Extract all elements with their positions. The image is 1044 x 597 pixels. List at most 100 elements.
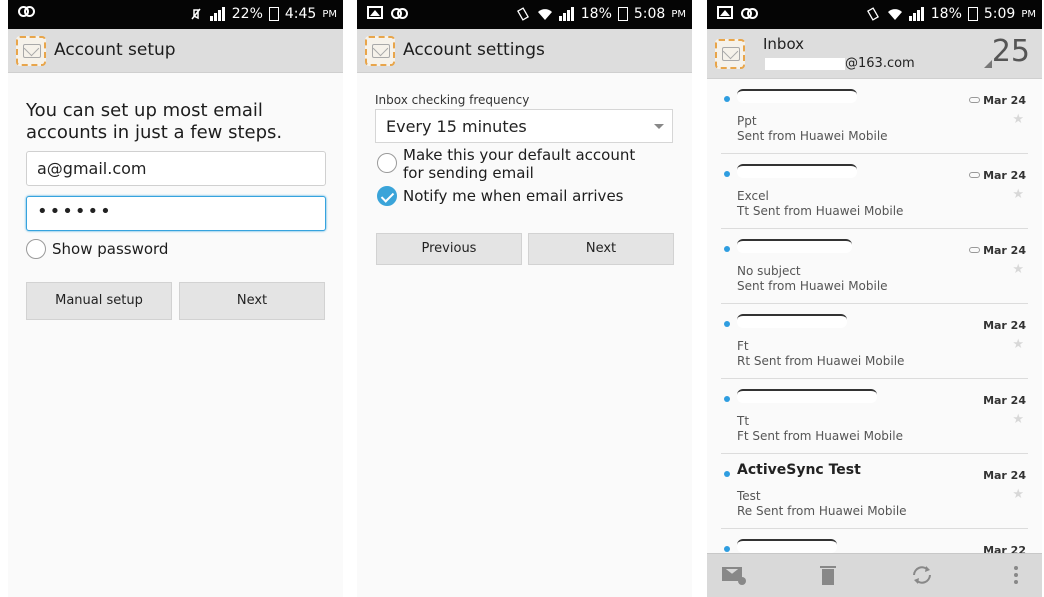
email-date: Mar 24 xyxy=(983,394,1026,407)
manual-setup-button[interactable]: Manual setup xyxy=(26,282,172,320)
star-icon[interactable]: ★ xyxy=(1012,337,1024,352)
email-list-item[interactable]: No subject Sent from Huawei Mobile Mar 24 ★ xyxy=(721,229,1028,304)
account-domain: @163.com xyxy=(845,56,915,71)
email-date: Mar 24 xyxy=(983,469,1026,482)
email-list-item[interactable]: Ppt Sent from Huawei Mobile Mar 24 ★ xyxy=(721,79,1028,154)
battery-percent: 18% xyxy=(580,6,612,22)
clock-ampm: PM xyxy=(322,8,337,20)
phone-screen-account-settings: 18% 5:08 PM Account settings Inbox checki… xyxy=(357,0,692,597)
email-subject: Ft xyxy=(737,339,749,353)
email-preview: Sent from Huawei Mobile xyxy=(737,279,888,293)
star-icon[interactable]: ★ xyxy=(1012,187,1024,202)
clock: 5:08 xyxy=(633,6,666,22)
compose-icon[interactable] xyxy=(721,564,747,586)
clock: 4:45 xyxy=(284,6,317,22)
email-subject: No subject xyxy=(737,264,801,278)
previous-button[interactable]: Previous xyxy=(376,233,522,265)
wifi-icon xyxy=(537,9,552,20)
clock-ampm: PM xyxy=(1021,8,1036,20)
email-date: Mar 24 xyxy=(969,94,1026,107)
account-address[interactable]: @163.com xyxy=(765,56,915,71)
phone-screen-inbox: 18% 5:09 PM Inbox @163.com 25 Ppt Sent fro… xyxy=(707,0,1042,597)
email-date: Mar 24 xyxy=(969,169,1026,182)
page-title: Account settings xyxy=(403,40,545,60)
signal-icon xyxy=(558,7,575,21)
attachment-icon xyxy=(969,97,981,103)
email-preview: Tt Sent from Huawei Mobile xyxy=(737,204,904,218)
email-list-item[interactable]: Ft Rt Sent from Huawei Mobile Mar 24 ★ xyxy=(721,304,1028,379)
redacted-sender xyxy=(737,89,857,103)
email-app-icon[interactable] xyxy=(365,36,395,66)
show-password-checkbox[interactable] xyxy=(26,239,46,259)
email-subject: Test xyxy=(737,489,761,503)
unread-dot xyxy=(724,171,730,177)
email-preview: Re Sent from Huawei Mobile xyxy=(737,504,907,518)
page-title: Account setup xyxy=(54,40,176,60)
email-preview: Sent from Huawei Mobile xyxy=(737,129,888,143)
trash-icon[interactable] xyxy=(815,564,841,586)
battery-percent: 18% xyxy=(930,6,962,22)
email-date-text: Mar 24 xyxy=(983,319,1026,332)
star-icon[interactable]: ★ xyxy=(1012,262,1024,277)
star-icon[interactable]: ★ xyxy=(1012,412,1024,427)
mute-icon xyxy=(191,8,201,20)
password-field[interactable]: •••••• xyxy=(26,196,326,231)
show-password-label: Show password xyxy=(52,240,169,258)
email-date: Mar 24 xyxy=(969,244,1026,257)
unread-count: 25 xyxy=(991,34,1030,69)
battery-percent: 22% xyxy=(231,6,263,22)
voicemail-icon xyxy=(18,6,35,17)
email-date-text: Mar 24 xyxy=(983,244,1026,257)
folder-dropdown-icon[interactable] xyxy=(984,60,992,68)
action-bar: Account setup xyxy=(8,29,343,73)
next-button[interactable]: Next xyxy=(179,282,325,320)
email-app-icon[interactable] xyxy=(16,36,46,66)
intro-text: You can set up most email accounts in ju… xyxy=(26,100,283,143)
picture-icon xyxy=(717,6,733,19)
clock-ampm: PM xyxy=(671,8,686,20)
email-date-text: Mar 24 xyxy=(983,94,1026,107)
signal-icon xyxy=(908,7,925,21)
redacted-sender xyxy=(737,164,857,178)
vibrate-icon xyxy=(866,7,879,21)
attachment-icon xyxy=(969,247,981,253)
dropdown-caret-icon xyxy=(654,124,664,129)
status-bar: 18% 5:09 PM xyxy=(707,0,1042,29)
email-preview: Ft Sent from Huawei Mobile xyxy=(737,429,903,443)
email-subject: Excel xyxy=(737,189,769,203)
email-preview: Rt Sent from Huawei Mobile xyxy=(737,354,905,368)
frequency-select[interactable]: Every 15 minutes xyxy=(375,109,673,143)
status-bar: 18% 5:08 PM xyxy=(357,0,692,29)
frequency-label: Inbox checking frequency xyxy=(375,93,530,107)
battery-icon xyxy=(268,7,279,21)
email-date-text: Mar 24 xyxy=(983,469,1026,482)
redacted-sender xyxy=(737,539,837,553)
redacted-block xyxy=(765,57,845,70)
email-list[interactable]: Ppt Sent from Huawei Mobile Mar 24 ★ Excel Tt… xyxy=(707,79,1042,597)
phone-screen-account-setup: 22% 4:45 PM Account setup You can set up … xyxy=(8,0,343,597)
email-field[interactable]: a@gmail.com xyxy=(26,151,326,186)
star-icon[interactable]: ★ xyxy=(1012,487,1024,502)
default-account-checkbox[interactable] xyxy=(377,153,397,173)
email-list-item[interactable]: Excel Tt Sent from Huawei Mobile Mar 24 ★ xyxy=(721,154,1028,229)
refresh-icon[interactable] xyxy=(909,564,935,586)
picture-icon xyxy=(367,6,383,19)
status-bar: 22% 4:45 PM xyxy=(8,0,343,29)
email-date-text: Mar 24 xyxy=(983,169,1026,182)
email-list-item[interactable]: Tt Ft Sent from Huawei Mobile Mar 24 ★ xyxy=(721,379,1028,454)
email-sender: ActiveSync Test xyxy=(737,462,861,478)
folder-title[interactable]: Inbox xyxy=(763,35,804,53)
email-list-item[interactable]: ActiveSync Test Test Re Sent from Huawei M… xyxy=(721,454,1028,529)
voicemail-icon xyxy=(741,8,758,19)
frequency-value: Every 15 minutes xyxy=(386,117,527,136)
bottom-toolbar xyxy=(707,553,1042,597)
star-icon[interactable]: ★ xyxy=(1012,112,1024,127)
overflow-menu-icon[interactable] xyxy=(1003,564,1029,586)
email-subject: Tt xyxy=(737,414,750,428)
next-button[interactable]: Next xyxy=(528,233,674,265)
notify-checkbox[interactable] xyxy=(377,186,397,206)
vibrate-icon xyxy=(516,7,529,21)
wifi-icon xyxy=(887,9,902,20)
action-bar: Account settings xyxy=(357,29,692,73)
email-app-icon[interactable] xyxy=(715,39,745,69)
